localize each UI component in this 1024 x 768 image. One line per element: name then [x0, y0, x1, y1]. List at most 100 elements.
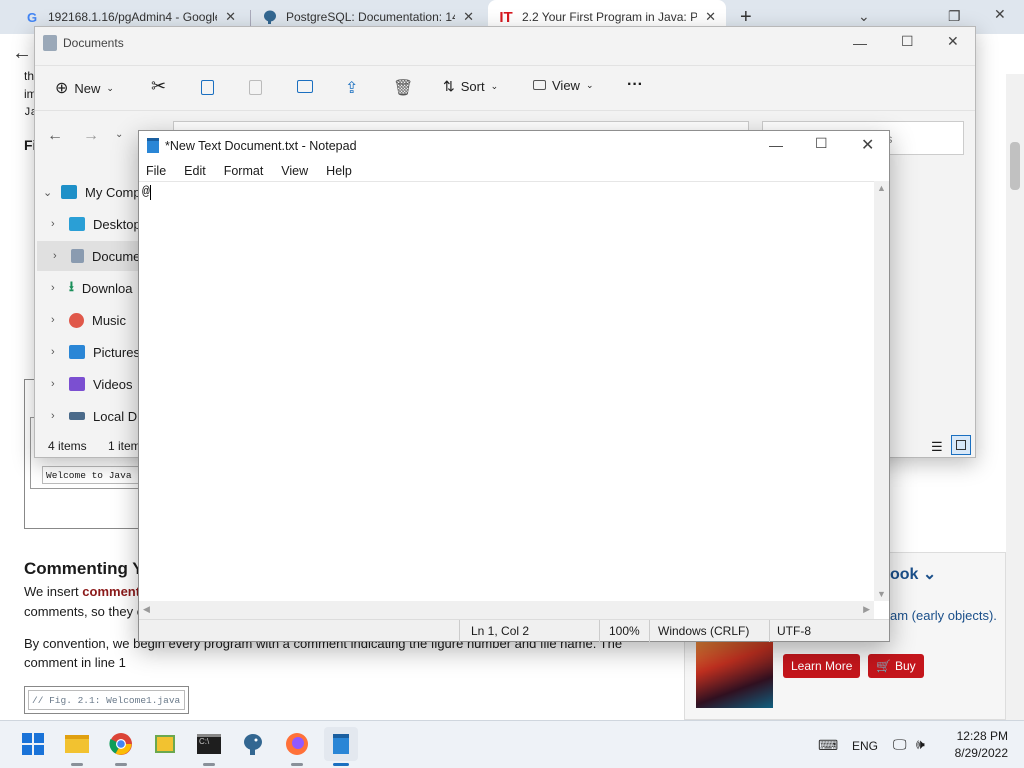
close-icon[interactable]: ✕ [947, 33, 959, 50]
network-icon[interactable]: 🖵 [893, 736, 907, 753]
restore-icon[interactable]: ❐ [948, 8, 961, 25]
folder-arrow-icon[interactable] [150, 729, 180, 759]
details-view-icon[interactable]: ☰ [931, 439, 943, 455]
forward-icon[interactable]: → [83, 127, 99, 145]
tree-label: Docume [92, 248, 141, 264]
sort-button[interactable]: ⇅ Sort ⌄ [443, 78, 498, 95]
windows-start-icon[interactable] [18, 729, 48, 759]
tree-item-this-pc[interactable]: ⌄ My Comp [43, 177, 153, 207]
volume-icon[interactable]: 🕪 [916, 736, 925, 753]
tree-label: Desktop [93, 216, 141, 232]
line-ending: Windows (CRLF) [658, 624, 750, 638]
language-indicator[interactable]: ENG [852, 739, 878, 753]
navigation-tree: ⌄ My Comp › Desktop › Docume › ⭳ Downloa… [35, 177, 155, 439]
chevron-right-icon: › [53, 250, 57, 262]
running-indicator [291, 763, 303, 766]
horizontal-scrollbar[interactable]: ◀ ▶ [139, 601, 874, 619]
text-editor-area[interactable]: @ [139, 181, 874, 601]
new-button[interactable]: ⊕ New ⌄ [55, 78, 114, 98]
view-button[interactable]: View ⌄ [533, 78, 594, 93]
chevron-right-icon: › [51, 218, 55, 230]
comment-link[interactable]: comment [82, 584, 140, 599]
scrollbar-thumb[interactable] [1010, 142, 1020, 190]
chevron-down-icon: ⌄ [106, 82, 114, 93]
file-explorer-icon[interactable] [62, 729, 92, 759]
back-icon[interactable]: ← [47, 127, 63, 145]
google-icon: G [26, 9, 38, 25]
maximize-icon[interactable]: ☐ [901, 33, 914, 50]
taskbar: C:\ ⌨ ENG 🖵 🕪 12:28 PM 8/29/2022 [0, 720, 1024, 768]
firefox-icon[interactable] [282, 729, 312, 759]
maximize-icon[interactable]: ☐ [815, 135, 828, 152]
tree-label: Videos [93, 376, 133, 392]
close-tab-icon[interactable]: ✕ [705, 9, 716, 25]
buy-button[interactable]: 🛒 Buy [868, 654, 924, 678]
view-icon [533, 78, 546, 93]
close-icon[interactable]: ✕ [861, 135, 874, 155]
menu-file[interactable]: File [146, 164, 166, 178]
informit-icon: IT [499, 8, 513, 26]
sort-label: Sort [460, 79, 485, 94]
recent-chevron-icon[interactable]: ⌄ [115, 129, 123, 140]
status-item-count: 4 items [48, 439, 87, 453]
learn-more-button[interactable]: Learn More [783, 654, 861, 678]
page-scrollbar[interactable] [1006, 74, 1024, 720]
clock-time[interactable]: 12:28 PM [954, 729, 1008, 743]
share-icon[interactable]: ⇪ [345, 78, 358, 98]
window-title: Documents [63, 36, 124, 50]
tree-label: My Comp [85, 184, 141, 200]
documents-icon [43, 35, 57, 51]
computer-icon [61, 185, 77, 199]
book-cover-image[interactable] [696, 632, 773, 708]
active-indicator [333, 763, 349, 766]
book-link[interactable]: am (early objects). [890, 608, 997, 623]
notepad-taskbar-icon[interactable] [324, 727, 358, 761]
close-tab-icon[interactable]: ✕ [463, 9, 474, 25]
code-box: // Fig. 2.1: Welcome1.java [24, 686, 189, 714]
pictures-icon [69, 345, 85, 359]
minimize-icon[interactable]: — [853, 35, 867, 51]
minimize-icon[interactable]: — [769, 137, 783, 153]
chrome-icon[interactable] [106, 729, 136, 759]
notepad-titlebar: *New Text Document.txt - Notepad [147, 138, 357, 153]
delete-icon[interactable]: 🗑 [393, 78, 413, 98]
menu-edit[interactable]: Edit [184, 164, 206, 178]
back-arrow-icon[interactable]: ← [12, 42, 32, 65]
running-indicator [203, 763, 215, 766]
menu-format[interactable]: Format [224, 164, 264, 178]
chevron-right-icon: › [51, 282, 55, 294]
rename-icon[interactable] [297, 80, 313, 93]
tiles-view-icon[interactable] [951, 435, 971, 455]
scroll-up-icon: ▲ [877, 183, 886, 193]
cursor-position: Ln 1, Col 2 [471, 624, 530, 638]
pgadmin-elephant-icon[interactable] [238, 729, 268, 759]
code-output: Welcome to Java [42, 466, 140, 484]
tab-search-chevron-icon[interactable]: ⌄ [858, 8, 870, 25]
close-tab-icon[interactable]: ✕ [225, 9, 236, 25]
terminal-icon[interactable]: C:\ [194, 729, 224, 759]
menu-help[interactable]: Help [326, 164, 352, 178]
code-snippet: // Fig. 2.1: Welcome1.java [28, 690, 185, 710]
text: We insert [24, 584, 83, 599]
tab-label: 2.2 Your First Program in Java: Pr [522, 10, 698, 24]
copy-icon[interactable] [201, 80, 214, 95]
browser-close-icon[interactable]: ✕ [994, 6, 1006, 23]
menu-view[interactable]: View [281, 164, 308, 178]
notepad-window: *New Text Document.txt - Notepad — ☐ ✕ F… [138, 130, 890, 642]
chevron-down-icon: ⌄ [43, 186, 53, 199]
plus-circle-icon: ⊕ [55, 80, 69, 97]
sidebar-heading[interactable]: ook ⌄ [890, 564, 936, 584]
cut-icon[interactable]: ✂ [151, 76, 166, 97]
vertical-scrollbar[interactable]: ▲ ▼ [874, 181, 889, 601]
more-options-icon[interactable]: ··· [627, 76, 643, 94]
explorer-titlebar: Documents [43, 35, 124, 51]
tab-divider [250, 10, 251, 26]
clock-date[interactable]: 8/29/2022 [946, 746, 1008, 760]
cart-icon: 🛒 [876, 659, 891, 673]
keyboard-icon[interactable]: ⌨ [818, 737, 838, 754]
divider [769, 620, 770, 642]
chevron-right-icon: › [51, 410, 55, 422]
chevron-down-icon: ⌄ [490, 81, 499, 91]
notepad-icon [147, 138, 159, 153]
paste-icon[interactable] [249, 80, 262, 95]
